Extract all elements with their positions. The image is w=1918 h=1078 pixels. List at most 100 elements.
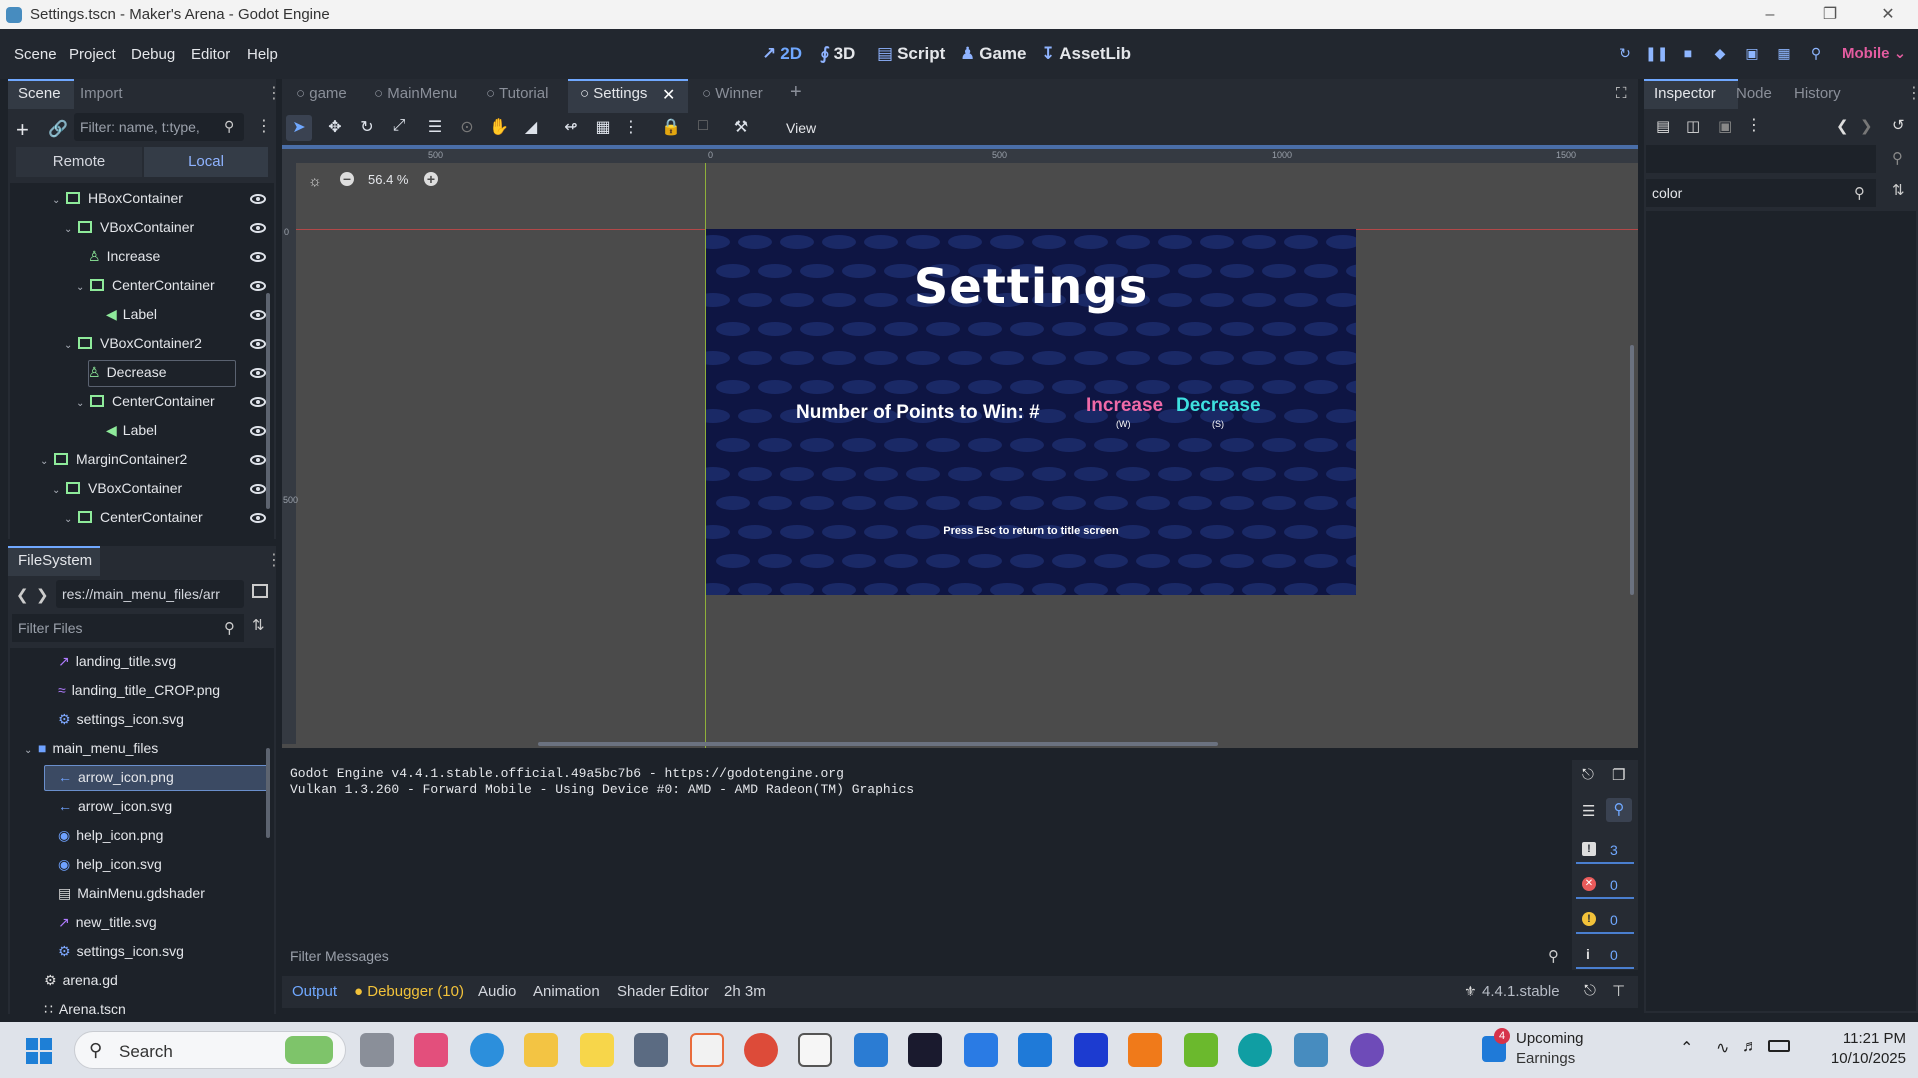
tab-output[interactable]: Output	[292, 983, 337, 1000]
vscode-icon[interactable]	[1018, 1033, 1052, 1067]
scene-options-icon[interactable]: ⋮	[256, 116, 272, 136]
tab-import[interactable]: Import	[80, 85, 123, 102]
history-back-icon[interactable]: ❮	[1836, 117, 1849, 135]
tab-shader-editor[interactable]: Shader Editor	[617, 983, 709, 1000]
edge-icon[interactable]	[470, 1033, 504, 1067]
news-title[interactable]: Upcoming	[1516, 1030, 1584, 1047]
main-3d-button[interactable]: ∮ 3D	[820, 44, 855, 64]
zoom-reset-icon[interactable]: ☼	[308, 173, 322, 190]
resource-options-icon[interactable]: ⋮	[1746, 115, 1762, 135]
reload-icon[interactable]: ↻	[1614, 45, 1636, 65]
show-hidden-icons-icon[interactable]: ⌃	[1680, 1038, 1693, 1058]
file-tree[interactable]: ↗ landing_title.svg ≈ landing_title_CROP.p…	[10, 648, 274, 1014]
visibility-eye-icon[interactable]	[250, 368, 266, 378]
split-view-icon[interactable]	[252, 584, 268, 598]
tree-item[interactable]: ♙ Increase	[10, 243, 274, 272]
custom-scene-icon[interactable]: ⚲	[1805, 45, 1827, 65]
file-item[interactable]: ↗ new_title.svg	[10, 909, 272, 938]
distraction-free-icon[interactable]: ⛶	[1616, 85, 1627, 102]
visibility-eye-icon[interactable]	[250, 426, 266, 436]
path-field[interactable]: res://main_menu_files/arr	[56, 580, 244, 608]
scene-tree-scrollbar[interactable]	[266, 293, 270, 509]
visibility-eye-icon[interactable]	[250, 281, 266, 291]
filter-options-icon[interactable]: ⇅	[1892, 181, 1905, 199]
scene-tab-settings[interactable]: ○ Settings	[580, 85, 647, 102]
menu-debug[interactable]: Debug	[131, 46, 175, 63]
tree-item[interactable]: ⌄ MarginContainer2	[10, 446, 274, 475]
dock-menu-icon[interactable]: ⋮	[266, 83, 282, 103]
sort-icon[interactable]: ⇅	[252, 616, 265, 634]
collapse-icon[interactable]: ☰	[1582, 802, 1595, 820]
store-icon[interactable]	[964, 1033, 998, 1067]
tree-item[interactable]: ◀ Label	[10, 417, 274, 446]
file-item-selected[interactable]: ← arrow_icon.png	[10, 764, 272, 793]
lock-icon[interactable]: 🔒	[658, 117, 684, 139]
windows-start-icon[interactable]	[26, 1038, 52, 1064]
photos-icon[interactable]	[690, 1033, 724, 1067]
visibility-eye-icon[interactable]	[250, 310, 266, 320]
tab-node[interactable]: Node	[1736, 85, 1772, 102]
view-menu[interactable]: View	[786, 120, 816, 136]
tab-audio[interactable]: Audio	[478, 983, 516, 1000]
volume-icon[interactable]: ♬	[1742, 1038, 1758, 1056]
file-item[interactable]: ← arrow_icon.svg	[10, 793, 272, 822]
scene-filter-input[interactable]: Filter: name, t:type, ⚲	[74, 113, 244, 141]
filter-warnings-toggle[interactable]: ! 0	[1576, 908, 1634, 934]
menu-scene[interactable]: Scene	[14, 46, 57, 63]
clear-output-icon[interactable]: ⎋	[1582, 766, 1594, 783]
folder-item[interactable]: ⌄ ■ main_menu_files	[10, 735, 272, 764]
tree-item-selected[interactable]: ♙ Decrease	[10, 359, 274, 388]
tab-scene[interactable]: Scene	[18, 85, 61, 102]
file-item[interactable]: ▤ MainMenu.gdshader	[10, 880, 272, 909]
file-item[interactable]: ⚙ arena.gd	[10, 967, 272, 996]
movie-icon[interactable]: ▣	[1741, 45, 1763, 65]
filter-messages-input[interactable]: Filter Messages ⚲	[282, 941, 1572, 971]
main-2d-button[interactable]: ↗ 2D	[762, 44, 802, 64]
rotate-tool-icon[interactable]: ↻	[354, 117, 380, 139]
battery-icon[interactable]	[1768, 1040, 1790, 1052]
tree-item[interactable]: ⌄ HBoxContainer	[10, 185, 274, 214]
visibility-eye-icon[interactable]	[250, 455, 266, 465]
file-item[interactable]: ⚙ settings_icon.svg	[10, 938, 272, 967]
file-explorer-icon[interactable]	[524, 1033, 558, 1067]
nvidia-icon[interactable]	[1184, 1033, 1218, 1067]
object-menu-icon[interactable]: ⚲	[1892, 149, 1903, 167]
new-resource-icon[interactable]: ▤	[1656, 117, 1670, 135]
task-view-icon[interactable]	[360, 1033, 394, 1067]
filter-info-toggle[interactable]: i0	[1576, 943, 1634, 969]
sticky-notes-icon[interactable]	[580, 1033, 614, 1067]
tree-item[interactable]: ⌄ VBoxContainer	[10, 475, 274, 504]
arduino-icon[interactable]	[1238, 1033, 1272, 1067]
tab-animation[interactable]: Animation	[533, 983, 600, 1000]
file-item[interactable]: ◉ help_icon.png	[10, 822, 272, 851]
object-path-field[interactable]	[1646, 145, 1876, 173]
tree-item[interactable]: ⌄ CenterContainer	[10, 388, 274, 417]
pause-icon[interactable]: ❚❚	[1645, 45, 1668, 65]
tree-item[interactable]: ⌄ CenterContainer	[10, 504, 274, 533]
close-tab-icon[interactable]: ✕	[662, 85, 675, 105]
tree-item[interactable]: ⌄ VBoxContainer2	[10, 330, 274, 359]
tab-history[interactable]: History	[1794, 85, 1841, 102]
news-subtitle[interactable]: Earnings	[1516, 1050, 1575, 1067]
restore-icon[interactable]: ❐	[1802, 0, 1858, 29]
dock-menu-icon[interactable]: ⋮	[266, 550, 282, 570]
notepad-icon[interactable]	[854, 1033, 888, 1067]
history-forward-icon[interactable]: ❯	[1860, 117, 1873, 135]
close-icon[interactable]: ✕	[1860, 0, 1916, 29]
visibility-eye-icon[interactable]	[250, 484, 266, 494]
menu-editor[interactable]: Editor	[191, 46, 230, 63]
scene-tab-game[interactable]: ○ game	[296, 85, 347, 102]
menu-project[interactable]: Project	[69, 46, 116, 63]
pin-icon[interactable]: ⎋	[1584, 982, 1596, 999]
chrome-icon[interactable]	[744, 1033, 778, 1067]
clock-time[interactable]: 11:21 PM	[1806, 1030, 1906, 1047]
file-item[interactable]: ↗ landing_title.svg	[10, 648, 272, 677]
tab-debugger[interactable]: ● Debugger (10)	[354, 983, 464, 1000]
jetbrains-icon[interactable]	[908, 1033, 942, 1067]
back-arrow-icon[interactable]: ❮	[16, 586, 29, 604]
ruler-tool-icon[interactable]: ◢	[518, 117, 544, 139]
link-icon[interactable]: 🔗	[48, 119, 68, 139]
pivot-tool-icon[interactable]: ⊙	[454, 117, 480, 139]
visibility-eye-icon[interactable]	[250, 513, 266, 523]
zoom-in-icon[interactable]: +	[424, 172, 438, 186]
